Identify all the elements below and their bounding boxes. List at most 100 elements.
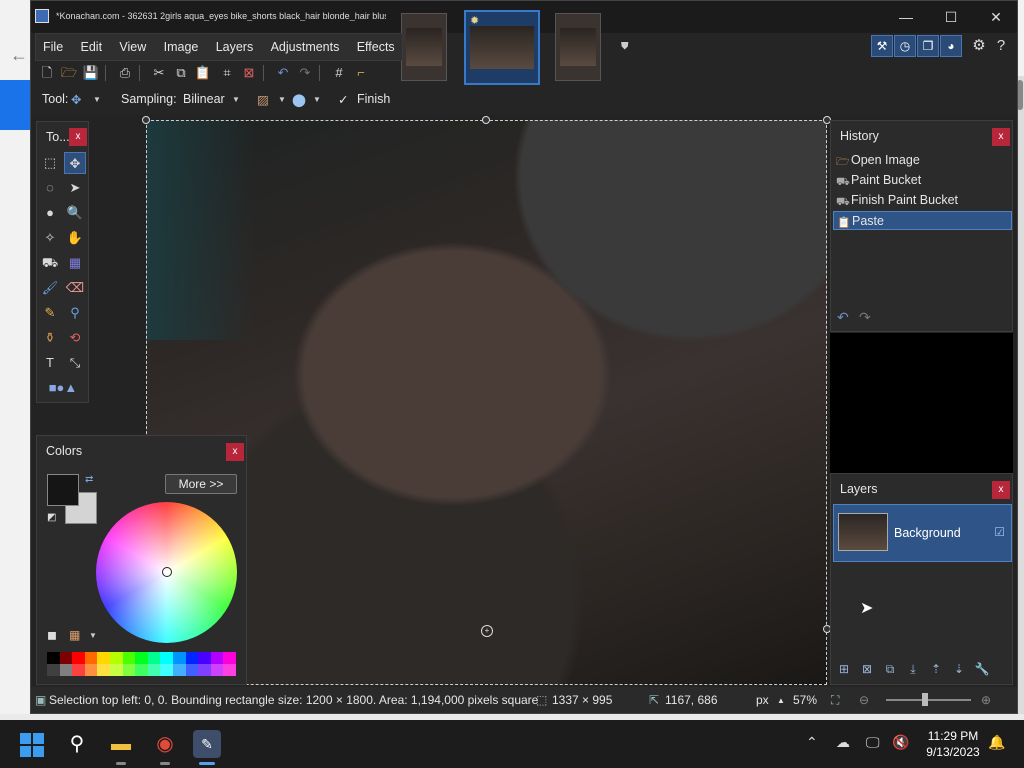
volume-muted-icon[interactable]: 🔇 [892,734,909,751]
palette-swatch[interactable] [84,664,98,676]
pencil-icon[interactable]: ✎ [39,302,61,324]
palette-swatch[interactable] [172,664,186,676]
zoom-slider[interactable] [886,699,971,701]
color-palette[interactable] [47,652,237,676]
layers-toggle-icon[interactable]: ❐ [917,35,939,57]
zoom-value[interactable]: 57% [793,693,817,707]
palette-swatch[interactable] [72,664,85,676]
duplicate-layer-icon[interactable]: ⧉ [881,660,899,678]
palette-swatch[interactable] [198,652,211,664]
reset-colors-icon[interactable]: ◩ [47,512,56,523]
menu-edit[interactable]: Edit [74,34,110,60]
history-item-paint-bucket[interactable]: ⛟ Paint Bucket [833,171,1012,190]
recolor-icon[interactable]: ⟲ [64,327,86,349]
cut-icon[interactable]: ✂ [149,63,169,83]
palette-swatch[interactable] [47,664,60,676]
palette-swatch[interactable] [109,652,123,664]
layer-properties-wrench-icon[interactable]: 🔧 [973,660,991,678]
sampling-select[interactable]: Bilinear [183,92,225,106]
history-toggle-icon[interactable]: ◷ [894,35,916,57]
zoom-tool-icon[interactable]: 🔍 [64,202,86,224]
image-tab-thumbnail[interactable] [555,13,601,81]
start-windows-icon[interactable] [20,733,44,757]
merge-layer-down-icon[interactable]: ⤓ [904,660,922,678]
selection-handle[interactable] [142,116,150,124]
palette-swatch[interactable] [223,652,236,664]
zoom-slider-knob[interactable] [922,693,928,706]
add-layer-icon[interactable]: ⊞ [835,660,853,678]
history-item-finish-paint-bucket[interactable]: ⛟ Finish Paint Bucket [833,191,1012,210]
selection-handle[interactable] [482,116,490,124]
update-icon[interactable]: ☁ [836,734,850,751]
palette-menu-icon[interactable]: ▦ [69,628,80,642]
layer-row-background[interactable]: Background ☑ [833,504,1012,562]
add-color-icon[interactable]: ◼ [47,628,57,642]
finish-check-icon[interactable]: ✓ [338,92,348,107]
minimize-button[interactable]: — [886,5,926,29]
palette-swatch[interactable] [223,664,236,676]
move-layer-up-icon[interactable]: ⇡ [927,660,945,678]
line-curve-icon[interactable]: ⤡ [64,352,86,374]
zoom-to-window-icon[interactable]: ⛶ [831,693,839,708]
history-panel-close-button[interactable]: x [992,128,1010,146]
chrome-icon[interactable]: ◉ [151,730,179,758]
sampling-dropdown-arrow-icon[interactable]: ▼ [232,95,240,104]
palette-swatch[interactable] [135,652,148,664]
blend-mode-icon[interactable]: ⬤ [292,92,306,107]
undo-icon[interactable]: ↶ [273,63,293,83]
paint-net-taskbar-icon[interactable]: ✎ [193,730,221,758]
palette-swatch[interactable] [122,652,136,664]
eraser-icon[interactable]: ⌫ [64,277,86,299]
move-handle-icon[interactable]: + [481,625,493,637]
palette-swatch[interactable] [160,664,173,676]
maximize-button[interactable]: ☐ [931,5,971,29]
finish-button[interactable]: Finish [357,92,390,106]
zoom-out-icon[interactable]: ⊖ [859,693,869,707]
open-folder-icon[interactable]: 🗁 [59,63,79,83]
palette-swatch[interactable] [160,652,173,664]
palette-swatch[interactable] [198,664,211,676]
tools-panel-close-button[interactable]: x [69,128,87,146]
color-picker-icon[interactable]: ⚲ [64,302,86,324]
selection-rectangle[interactable] [146,120,827,685]
palette-swatch[interactable] [185,652,199,664]
menu-adjustments[interactable]: Adjustments [264,34,347,60]
menu-effects[interactable]: Effects [350,34,402,60]
palette-swatch[interactable] [122,664,136,676]
palette-swatch[interactable] [135,664,148,676]
palette-swatch[interactable] [172,652,186,664]
close-button[interactable]: ✕ [976,5,1016,29]
palette-swatch[interactable] [47,652,60,664]
color-wheel-selector[interactable] [162,567,172,577]
notifications-bell-icon[interactable]: 🔔 [988,734,1005,751]
clone-stamp-icon[interactable]: ⚱ [39,327,61,349]
help-icon[interactable]: ? [991,36,1011,56]
layer-visibility-checkbox[interactable]: ☑ [994,525,1005,539]
back-arrow-icon[interactable]: ← [10,45,28,66]
taskbar-clock[interactable]: 11:29 PM 9/13/2023 [918,728,988,760]
gradient-icon[interactable]: ▦ [64,252,86,274]
antialias-icon[interactable]: ▨ [257,92,269,107]
image-tab-thumbnail-active[interactable]: ✹ [464,10,540,85]
rectangle-select-icon[interactable]: ⬚ [39,152,61,174]
colors-toggle-icon[interactable]: ◕ [940,35,962,57]
palette-swatch[interactable] [185,664,199,676]
pan-hand-icon[interactable]: ✋ [64,227,86,249]
grid-icon[interactable]: # [329,63,349,83]
display-icon[interactable]: 🖵 [866,734,880,751]
ellipse-select-icon[interactable]: ● [39,202,61,224]
settings-gear-icon[interactable]: ⚙ [969,36,989,56]
palette-swatch[interactable] [147,664,161,676]
zoom-in-icon[interactable]: ⊕ [981,693,991,707]
primary-color-swatch[interactable] [47,474,79,506]
more-colors-button[interactable]: More >> [165,474,237,494]
blend-dropdown-arrow-icon[interactable]: ▼ [313,95,321,104]
redo-icon[interactable]: ↷ [295,63,315,83]
palette-swatch[interactable] [97,652,110,664]
palette-swatch[interactable] [84,652,98,664]
paintbrush-icon[interactable]: 🖌 [39,277,61,299]
show-hidden-icons-chevron-icon[interactable]: ⌃ [806,734,818,751]
menu-layers[interactable]: Layers [209,34,261,60]
shapes-icon[interactable]: ■●▲ [45,377,81,399]
paste-icon[interactable]: 📋 [193,63,213,83]
